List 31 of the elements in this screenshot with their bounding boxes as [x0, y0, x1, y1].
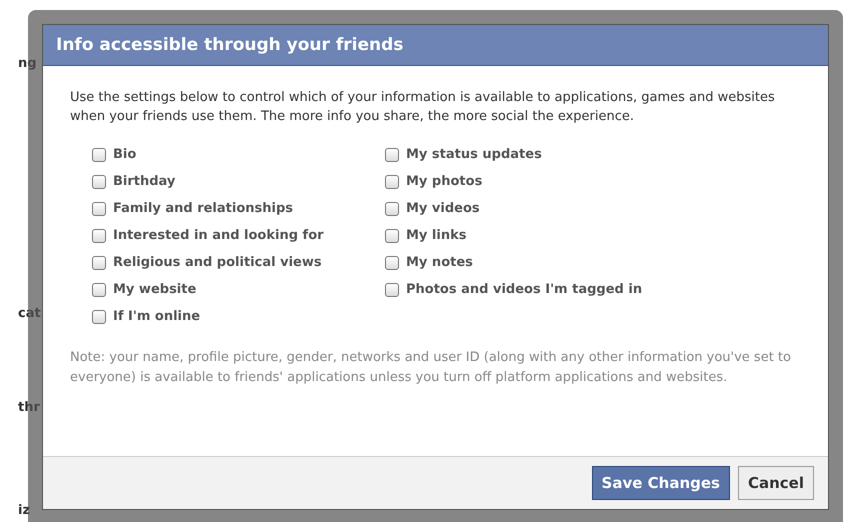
checkbox[interactable] — [92, 174, 106, 188]
checkbox-label: My notes — [406, 255, 473, 270]
note-text: Note: your name, profile picture, gender, networks and user ID (along with any other information you've set to everyone) is available to friends' applications unless you turn off platform applications and websites. — [70, 349, 792, 387]
checkbox[interactable] — [385, 228, 399, 242]
save-button[interactable]: Save Changes — [592, 466, 730, 500]
checkbox-label: My website — [113, 282, 196, 297]
checkbox[interactable] — [92, 228, 106, 242]
checkbox-label: If I'm online — [113, 309, 200, 324]
checkbox-label: Bio — [113, 147, 136, 162]
intro-text: Use the settings below to control which of your information is available to applications, games and websites when your friends use them. The more info you share, the more social the experience. — [70, 89, 776, 126]
checkbox[interactable] — [92, 282, 106, 296]
checkbox-label: Interested in and looking for — [113, 228, 324, 243]
checkbox-label: My status updates — [406, 147, 542, 162]
checkbox-label: My videos — [406, 201, 480, 216]
checkbox[interactable] — [385, 282, 399, 296]
checkbox[interactable] — [92, 256, 106, 270]
checkbox[interactable] — [385, 174, 399, 188]
checkbox[interactable] — [92, 202, 106, 216]
checkbox[interactable] — [92, 148, 106, 162]
checkbox-label: Religious and political views — [113, 255, 322, 270]
checkbox-label: Family and relationships — [113, 201, 294, 216]
checkbox-label: My photos — [406, 174, 482, 189]
checkbox[interactable] — [92, 310, 106, 324]
checkbox[interactable] — [385, 148, 399, 162]
checkbox[interactable] — [385, 202, 399, 216]
checkbox-label: Birthday — [113, 174, 176, 189]
checkbox-label: My links — [406, 228, 466, 243]
checkbox-label: Photos and videos I'm tagged in — [406, 282, 642, 297]
cancel-button[interactable]: Cancel — [738, 466, 814, 500]
checkbox[interactable] — [385, 256, 399, 270]
dialog-title: Info accessible through your friends — [56, 35, 404, 55]
